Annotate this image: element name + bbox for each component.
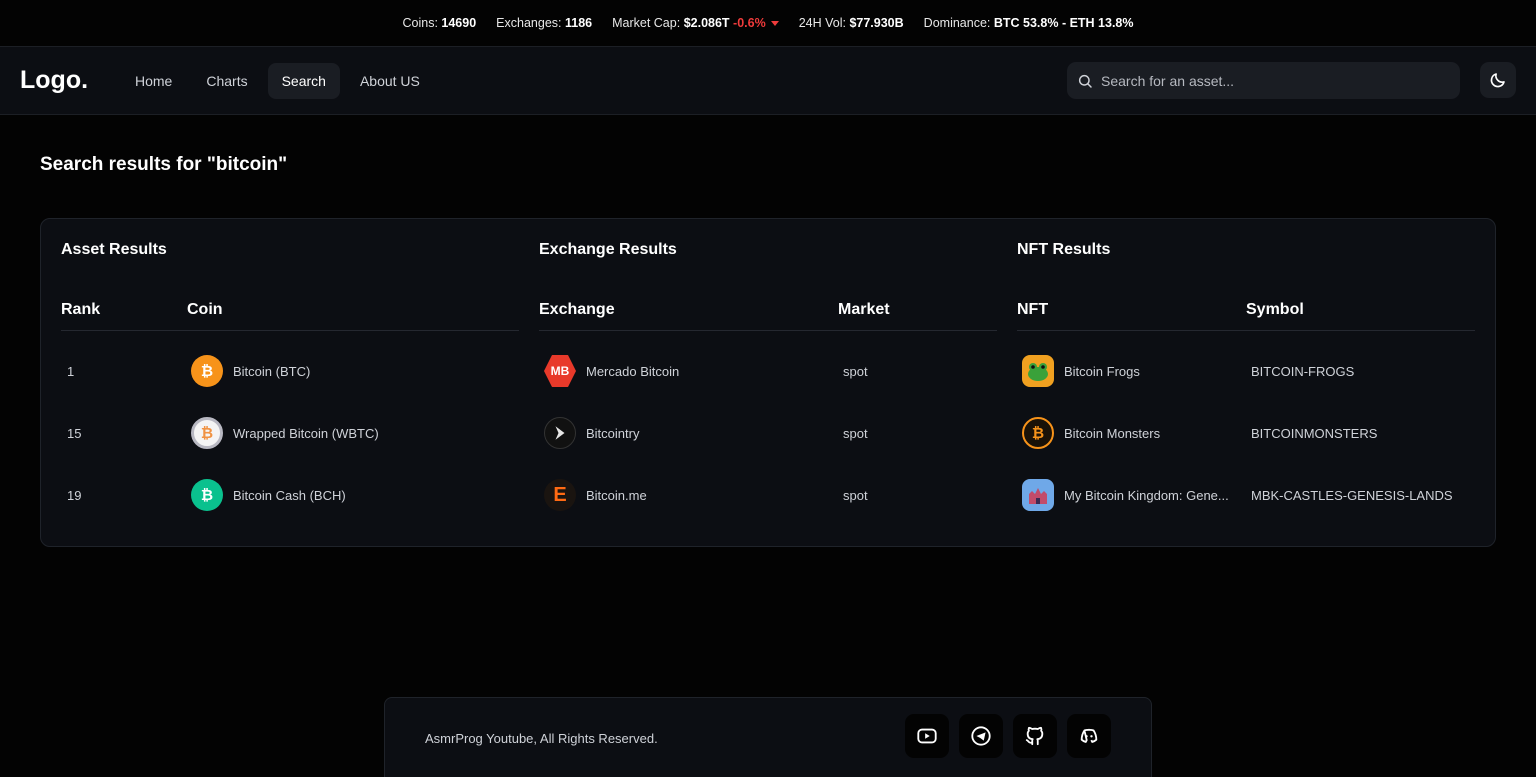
logo[interactable]: Logo. [20, 66, 121, 95]
asset-rank: 19 [67, 487, 82, 503]
youtube-icon [917, 728, 937, 744]
mbk-castles-image [1022, 479, 1054, 511]
column-nft: NFT [1017, 301, 1049, 318]
exchange-table-header: Exchange Market [539, 299, 997, 331]
navbar: Logo. Home Charts Search About US [0, 47, 1536, 115]
telegram-icon [971, 726, 991, 746]
exchange-market: spot [843, 487, 868, 503]
asset-results-heading: Asset Results [61, 241, 167, 258]
exchange-market: spot [843, 425, 868, 441]
nft-results: NFT Results NFT Symbol Bitcoin Frogs BIT… [1017, 219, 1475, 546]
bitcoin-icon: ₿ [191, 355, 223, 387]
bitcoin-monsters-image: ₿ [1022, 417, 1054, 449]
asset-row[interactable]: 15 ₿ Wrapped Bitcoin (WBTC) [61, 413, 519, 453]
nft-symbol: BITCOIN-FROGS [1251, 363, 1355, 379]
theme-toggle-button[interactable] [1480, 62, 1516, 98]
exchange-row[interactable]: Bitcointry spot [539, 413, 997, 453]
volume-stat: 24H Vol: $77.930B [798, 16, 904, 30]
coins-stat: Coins: 14690 [402, 16, 477, 30]
column-symbol: Symbol [1246, 301, 1304, 318]
bitcointry-mark-icon [555, 426, 565, 440]
exchanges-stat: Exchanges: 1186 [496, 16, 593, 30]
bitcoin-cash-icon: ₿ [191, 479, 223, 511]
page-title: Search results for "bitcoin" [40, 154, 288, 175]
market-ticker: Coins: 14690 Exchanges: 1186 Market Cap:… [0, 0, 1536, 47]
nft-row[interactable]: Bitcoin Frogs BITCOIN-FROGS [1017, 351, 1475, 391]
column-rank: Rank [61, 301, 101, 318]
bitcoin-me-logo: E [544, 479, 576, 511]
frog-icon [1028, 363, 1048, 381]
market-cap-change: -0.6% [733, 16, 766, 30]
wrapped-bitcoin-icon: ₿ [191, 417, 223, 449]
nav-home[interactable]: Home [121, 63, 186, 99]
nft-name[interactable]: Bitcoin Frogs [1064, 364, 1140, 379]
asset-name[interactable]: Bitcoin Cash (BCH) [233, 488, 346, 503]
nft-name[interactable]: My Bitcoin Kingdom: Gene... [1064, 488, 1229, 503]
asset-table-header: Rank Coin [61, 299, 519, 331]
exchange-market: spot [843, 363, 868, 379]
results-card: Asset Results Rank Coin 1 ₿ Bitcoin (BTC… [40, 218, 1496, 547]
nft-row[interactable]: ₿ Bitcoin Monsters BITCOINMONSTERS [1017, 413, 1475, 453]
nav-search[interactable]: Search [267, 62, 340, 99]
asset-name[interactable]: Wrapped Bitcoin (WBTC) [233, 426, 379, 441]
footer-copyright: AsmrProg Youtube, All Rights Reserved. [425, 731, 658, 746]
asset-row[interactable]: 19 ₿ Bitcoin Cash (BCH) [61, 475, 519, 515]
asset-results: Asset Results Rank Coin 1 ₿ Bitcoin (BTC… [61, 219, 519, 546]
nft-name[interactable]: Bitcoin Monsters [1064, 426, 1160, 441]
exchange-name[interactable]: Bitcointry [586, 426, 639, 441]
column-coin: Coin [187, 301, 223, 318]
exchange-row[interactable]: MB Mercado Bitcoin spot [539, 351, 997, 391]
search-input[interactable] [1101, 72, 1431, 89]
youtube-button[interactable] [905, 714, 949, 758]
search-icon [1078, 74, 1092, 88]
asset-row[interactable]: 1 ₿ Bitcoin (BTC) [61, 351, 519, 391]
asset-name[interactable]: Bitcoin (BTC) [233, 364, 310, 379]
telegram-button[interactable] [959, 714, 1003, 758]
github-icon [1025, 726, 1044, 746]
nav-charts[interactable]: Charts [192, 63, 261, 99]
bitcointry-logo [544, 417, 576, 449]
column-exchange: Exchange [539, 301, 615, 318]
moon-icon [1490, 73, 1505, 88]
bitcoin-frogs-image [1022, 355, 1054, 387]
market-cap-stat: Market Cap: $2.086T -0.6% [612, 16, 779, 30]
github-button[interactable] [1013, 714, 1057, 758]
exchange-results-heading: Exchange Results [539, 241, 677, 258]
dominance-stat: Dominance: BTC 53.8% - ETH 13.8% [923, 16, 1134, 30]
castle-icon [1029, 488, 1047, 504]
column-market: Market [838, 301, 890, 318]
exchange-row[interactable]: E Bitcoin.me spot [539, 475, 997, 515]
nft-symbol: MBK-CASTLES-GENESIS-LANDS [1251, 487, 1453, 503]
exchange-name[interactable]: Mercado Bitcoin [586, 364, 679, 379]
social-links [905, 714, 1111, 758]
discord-button[interactable] [1067, 714, 1111, 758]
discord-icon [1080, 728, 1098, 743]
asset-rank: 15 [67, 425, 82, 441]
exchange-results: Exchange Results Exchange Market MB Merc… [539, 219, 997, 546]
nav-about-us[interactable]: About US [346, 63, 434, 99]
nft-symbol: BITCOINMONSTERS [1251, 425, 1378, 441]
nft-table-header: NFT Symbol [1017, 299, 1475, 331]
caret-down-icon [770, 21, 779, 27]
asset-rank: 1 [67, 363, 75, 379]
footer: AsmrProg Youtube, All Rights Reserved. [384, 697, 1152, 777]
search-box[interactable] [1067, 62, 1460, 99]
nft-row[interactable]: My Bitcoin Kingdom: Gene... MBK-CASTLES-… [1017, 475, 1475, 515]
nft-results-heading: NFT Results [1017, 241, 1111, 258]
exchange-name[interactable]: Bitcoin.me [586, 488, 647, 503]
main-nav: Home Charts Search About US [121, 62, 434, 99]
mercado-bitcoin-logo: MB [544, 355, 576, 387]
